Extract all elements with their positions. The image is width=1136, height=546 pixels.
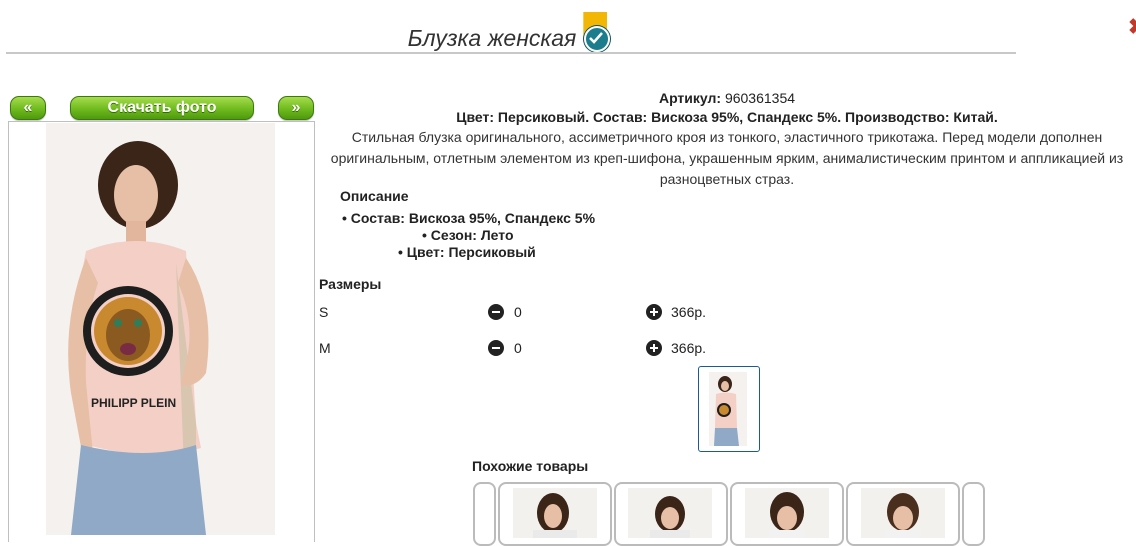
header-divider [6,52,1016,54]
similar-scroll-right[interactable] [962,482,985,546]
verified-check-icon [582,12,611,52]
main-product-photo[interactable]: PHILIPP PLEIN [46,123,275,535]
similar-product-image[interactable] [513,488,597,538]
product-description: Стильная блузка оригинального, ассиметри… [330,129,1124,187]
spec-line: Цвет: Персиковый. Состав: Вискоза 95%, С… [456,109,998,125]
minus-icon[interactable] [488,304,504,320]
attribute-item: Сезон: Лето [422,227,514,243]
article-line: Артикул: 960361354 [318,90,1136,106]
similar-scroll-left[interactable] [473,482,496,546]
size-label: M [319,340,331,356]
article-number: 960361354 [724,90,796,106]
size-price: 366р. [671,304,707,320]
page-title-row: Блузка женская [0,12,1016,52]
size-label: S [319,304,329,320]
svg-text:PHILIPP PLEIN: PHILIPP PLEIN [91,396,176,410]
plus-icon[interactable] [646,340,662,356]
similar-product-image[interactable] [861,488,945,538]
page-title: Блузка женская [407,25,577,51]
attribute-item: Цвет: Персиковый [398,244,536,260]
close-icon[interactable]: ✖ [1128,14,1136,40]
description-heading: Описание [340,188,409,204]
attribute-item: Состав: Вискоза 95%, Спандекс 5% [342,210,595,226]
article-label: Артикул: [658,90,722,106]
size-quantity: 0 [514,304,522,320]
size-quantity: 0 [514,340,522,356]
size-price: 366р. [671,340,707,356]
product-thumbnail[interactable] [709,372,747,446]
sizes-heading: Размеры [319,276,382,292]
minus-icon[interactable] [488,340,504,356]
prev-photo-button[interactable]: « [10,96,46,120]
similar-product-image[interactable] [745,488,829,538]
similar-product-image[interactable] [628,488,712,538]
next-photo-button[interactable]: » [278,96,314,120]
plus-icon[interactable] [646,304,662,320]
similar-products-heading: Похожие товары [472,458,589,474]
download-photo-button[interactable]: Скачать фото [70,96,254,120]
